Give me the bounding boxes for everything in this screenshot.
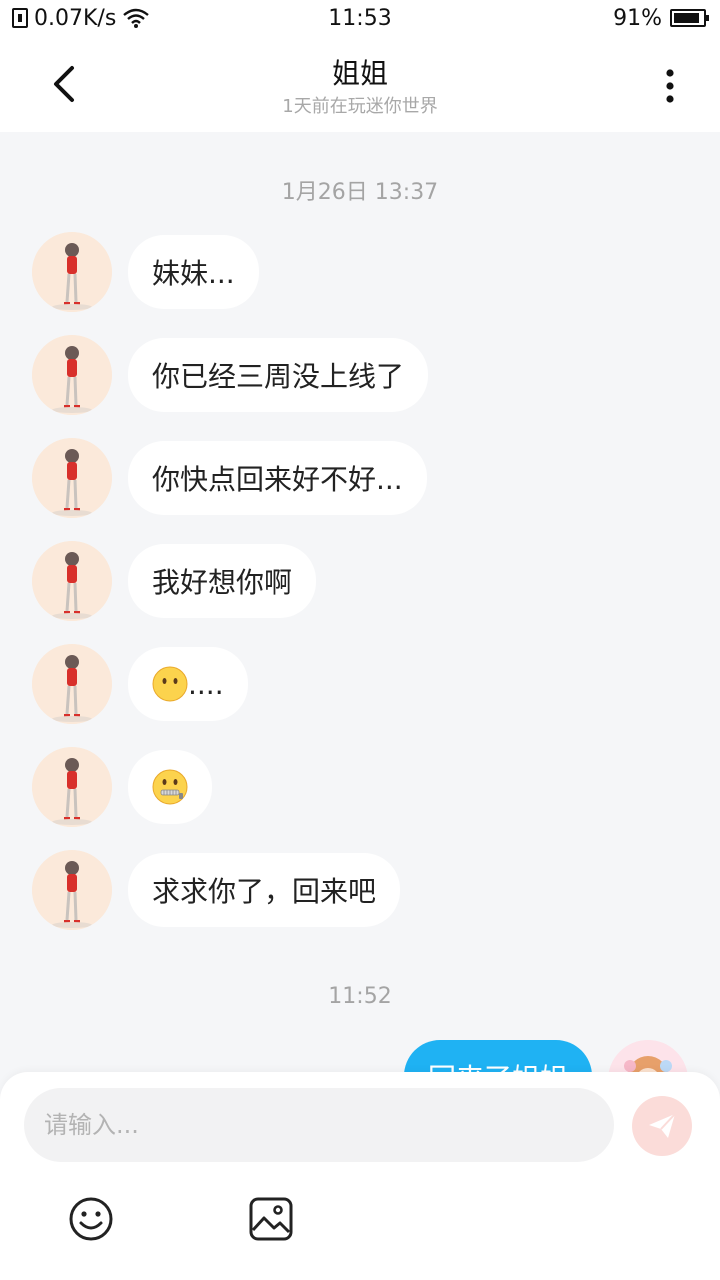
message-row: 妹妹...: [32, 232, 259, 312]
chat-timestamp: 1月26日 13:37: [281, 180, 439, 205]
message-row: 你快点回来好不好...: [32, 438, 427, 518]
avatar-image: [32, 232, 112, 312]
chat-header: 姐姐 1天前在玩迷你世界: [0, 36, 720, 132]
chat-area[interactable]: 1月26日 13:37 妹妹... 你已经三周没上线了 你快点回来好不好... …: [0, 132, 720, 1072]
avatar[interactable]: [32, 747, 112, 827]
avatar[interactable]: [32, 232, 112, 312]
message-text: ....: [188, 667, 224, 701]
avatar[interactable]: [32, 438, 112, 518]
emoji-button[interactable]: [66, 1194, 116, 1244]
input-panel: [0, 1072, 720, 1280]
avatar[interactable]: [32, 850, 112, 930]
no-mouth-face-emoji: [152, 666, 188, 702]
status-left: 0.07K/s: [12, 6, 150, 31]
avatar-image: [32, 438, 112, 518]
battery-icon: [670, 9, 709, 27]
message-row-outgoing: 回来了姐姐: [403, 1040, 688, 1072]
message-bubble[interactable]: ....: [128, 647, 248, 721]
avatar-image: [32, 541, 112, 621]
message-bubble[interactable]: 你已经三周没上线了: [128, 338, 429, 412]
avatar[interactable]: [32, 335, 112, 415]
chat-timestamp: 11:52: [328, 984, 392, 1009]
avatar-image: [608, 1040, 688, 1072]
contact-name: 姐姐: [331, 57, 388, 90]
message-row: 你已经三周没上线了: [32, 335, 429, 415]
avatar-image: [32, 335, 112, 415]
avatar-image: [32, 747, 112, 827]
avatar[interactable]: [32, 541, 112, 621]
contact-status: 1天前在玩迷你世界: [282, 96, 438, 117]
avatar[interactable]: [32, 644, 112, 724]
message-bubble-outgoing[interactable]: 回来了姐姐: [403, 1040, 592, 1072]
zipper-mouth-face-emoji: [152, 769, 188, 805]
message-row: ....: [32, 644, 248, 724]
avatar-image: [32, 850, 112, 930]
image-icon: [249, 1197, 293, 1241]
message-input[interactable]: [24, 1088, 614, 1162]
send-button[interactable]: [632, 1096, 692, 1156]
message-bubble[interactable]: 你快点回来好不好...: [128, 441, 427, 515]
message-row: [32, 747, 212, 827]
message-bubble[interactable]: [128, 750, 212, 824]
message-bubble[interactable]: 妹妹...: [128, 235, 259, 309]
sim-icon: [12, 8, 28, 28]
image-button[interactable]: [246, 1194, 296, 1244]
message-bubble[interactable]: 求求你了，回来吧: [128, 853, 401, 927]
emoji-icon: [69, 1197, 113, 1241]
avatar-image: [32, 644, 112, 724]
message-row: 求求你了，回来吧: [32, 850, 401, 930]
message-bubble[interactable]: 我好想你啊: [128, 544, 317, 618]
more-button[interactable]: [646, 62, 694, 110]
paper-plane-icon: [649, 1113, 676, 1138]
status-bar: 0.07K/s 11:53 91%: [0, 0, 720, 36]
battery-percent: 91%: [613, 5, 662, 31]
message-row: 我好想你啊: [32, 541, 317, 621]
more-vertical-icon: [666, 69, 674, 103]
my-avatar[interactable]: [608, 1040, 688, 1072]
wifi-icon: [123, 8, 150, 28]
network-speed: 0.07K/s: [34, 5, 117, 31]
status-right: 91%: [613, 5, 709, 31]
